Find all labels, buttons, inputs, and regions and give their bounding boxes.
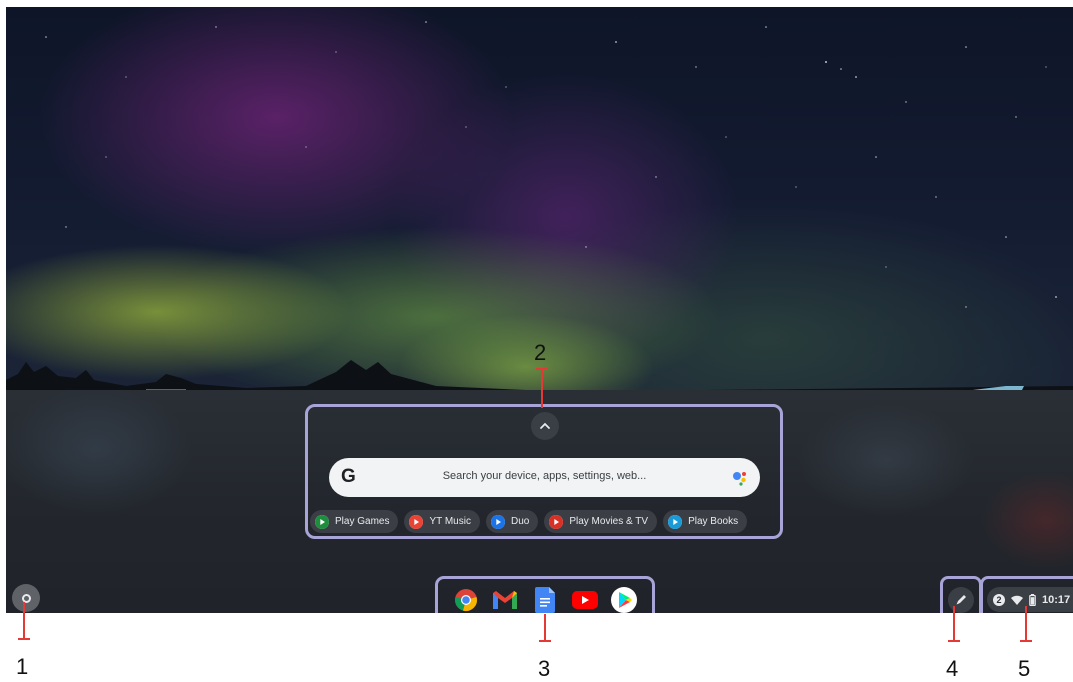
stylus-tools-button[interactable] [948, 586, 974, 613]
docs-icon[interactable] [531, 586, 558, 613]
callout-leader-5 [1025, 606, 1027, 642]
play-store-icon[interactable] [611, 586, 638, 613]
suggested-app-label: Play Games [335, 516, 390, 527]
launcher-search-box[interactable]: G Search your device, apps, settings, we… [329, 458, 760, 497]
expand-launcher-button[interactable] [531, 412, 559, 440]
suggested-app-label: Play Books [688, 516, 739, 527]
play-games-icon [315, 514, 329, 529]
notification-count-badge: 2 [993, 593, 1005, 606]
play-movies-icon [549, 514, 564, 529]
callout-number-3: 3 [538, 656, 551, 681]
callout-leader-2 [541, 368, 543, 408]
status-tray-button[interactable]: 2 10:17 [987, 587, 1073, 612]
suggested-app-chip[interactable]: Play Movies & TV [544, 510, 658, 533]
callout-leader-1 [23, 602, 25, 640]
callout-leader-4 [953, 606, 955, 642]
stylus-tools-area [940, 576, 982, 613]
youtube-icon[interactable] [571, 586, 598, 613]
callout-leader-cap-3 [539, 640, 551, 642]
callout-leader-cap-4 [948, 640, 960, 642]
chrome-icon[interactable] [452, 586, 479, 613]
callout-leader-cap-1 [18, 638, 30, 640]
clock-time: 10:17 [1042, 593, 1071, 606]
desktop-wallpaper: G Search your device, apps, settings, we… [6, 7, 1073, 613]
duo-icon [490, 514, 505, 529]
suggested-app-label: Duo [510, 516, 530, 527]
callout-number-1: 1 [16, 654, 29, 679]
play-books-icon [668, 514, 683, 529]
suggested-app-label: YT Music [429, 516, 471, 527]
yt-music-icon [409, 514, 424, 529]
battery-icon [1029, 593, 1036, 606]
google-assistant-icon[interactable] [730, 468, 750, 488]
pen-icon [956, 595, 966, 605]
gmail-icon[interactable] [492, 586, 519, 613]
launcher-peeking-panel: G Search your device, apps, settings, we… [305, 404, 783, 539]
suggested-app-chip[interactable]: Play Games [310, 510, 399, 533]
suggested-app-chip[interactable]: Play Books [663, 510, 748, 533]
chevron-up-icon [540, 422, 550, 429]
callout-number-4: 4 [946, 656, 959, 681]
callout-leader-cap-5 [1020, 640, 1032, 642]
search-placeholder: Search your device, apps, settings, web.… [442, 470, 647, 482]
callout-leader-3 [544, 614, 546, 642]
callout-number-2: 2 [534, 340, 547, 365]
launcher-button[interactable] [12, 584, 40, 612]
callout-number-5: 5 [1018, 656, 1031, 681]
suggested-app-chip[interactable]: YT Music [404, 510, 480, 533]
suggested-apps-row: Play Games YT Music Duo Play Movies & TV Pla… [310, 510, 748, 533]
pinned-apps-area [435, 576, 655, 613]
wifi-icon [1011, 595, 1023, 605]
suggested-app-chip[interactable]: Duo [485, 510, 539, 533]
suggested-app-label: Play Movies & TV [569, 516, 649, 527]
